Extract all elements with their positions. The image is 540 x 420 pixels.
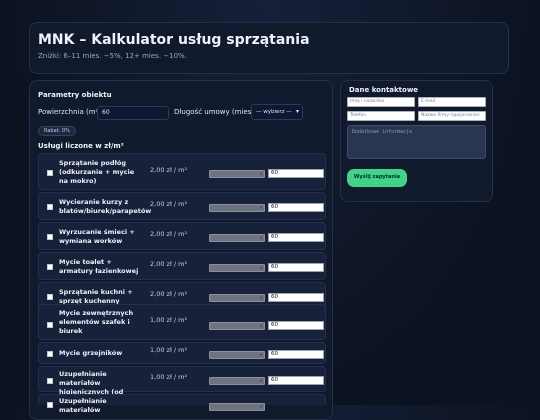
duration-label: Długość umowy (mies.): [174, 108, 257, 116]
discount-info: Zniżki: 6–11 mies. −5%, 12+ mies. −10%.: [38, 52, 187, 60]
service-price: 2,00 zł / m²: [150, 166, 188, 174]
service-frequency-select[interactable]: [209, 377, 265, 385]
service-checkbox[interactable]: [47, 294, 53, 300]
service-qty-input[interactable]: 60: [268, 376, 324, 385]
service-row: Uzupełnianie materiałów higienicznych (o…: [38, 366, 326, 405]
notes-textarea[interactable]: Dodatkowe informacje: [347, 125, 486, 159]
service-frequency-select[interactable]: [209, 351, 265, 359]
service-name: Uzupełnianie materiałów: [59, 397, 107, 414]
service-row: Wycieranie kurzy z blatów/biurek/parapet…: [38, 192, 326, 220]
service-row: Mycie grzejników 1,00 zł / m² 60: [38, 342, 326, 364]
service-frequency-select[interactable]: [209, 264, 265, 272]
area-input[interactable]: 60: [97, 106, 169, 120]
params-heading: Parametry obiektu: [38, 91, 112, 99]
service-price: 1,00 zł / m²: [150, 373, 188, 381]
service-name: Wyrzucanie śmieci + wymiana worków: [59, 228, 135, 245]
service-row: Uzupełnianie materiałów: [38, 394, 326, 414]
duration-selected: — wybierz —: [256, 109, 292, 115]
service-checkbox[interactable]: [47, 170, 53, 176]
page-title: MNK – Kalkulator usług sprzątania: [38, 32, 310, 48]
service-checkbox[interactable]: [47, 264, 53, 270]
service-frequency-select[interactable]: [209, 322, 265, 330]
service-qty-input[interactable]: 60: [268, 169, 324, 178]
service-row: Sprzątanie podłóg (odkurzanie + mycie na…: [38, 153, 326, 190]
service-checkbox[interactable]: [47, 351, 53, 357]
discount-badge: Rabat: 0%: [38, 126, 76, 136]
contact-heading: Dane kontaktowe: [349, 86, 419, 94]
service-name: Sprzątanie podłóg (odkurzanie + mycie na…: [59, 159, 135, 185]
service-qty-input[interactable]: 60: [268, 293, 324, 302]
service-price: 1,00 zł / m²: [150, 346, 188, 354]
service-qty-input[interactable]: 60: [268, 350, 324, 359]
service-frequency-select[interactable]: [209, 294, 265, 302]
service-qty-input[interactable]: 60: [268, 233, 324, 242]
service-name: Mycie grzejników: [59, 349, 123, 357]
duration-select[interactable]: — wybierz — ▾: [251, 104, 303, 120]
service-frequency-select[interactable]: [209, 170, 265, 178]
service-checkbox[interactable]: [47, 234, 53, 240]
service-row: Wyrzucanie śmieci + wymiana worków 2,00 …: [38, 222, 326, 250]
service-price: 2,00 zł / m²: [150, 230, 188, 238]
service-frequency-select[interactable]: [209, 234, 265, 242]
chevron-down-icon: ▾: [295, 108, 299, 115]
service-name: Mycie toalet + armatury łazienkowej: [59, 258, 139, 275]
name-field[interactable]: Imię i nazwisko: [347, 97, 415, 107]
service-checkbox[interactable]: [47, 322, 53, 328]
area-label: Powierzchnia (m²): [38, 108, 102, 116]
header-card: MNK – Kalkulator usług sprzątania Zniżki…: [29, 22, 509, 74]
email-field[interactable]: E-mail: [418, 97, 486, 107]
services-heading: Usługi liczone w zł/m²: [38, 142, 124, 150]
service-qty-input[interactable]: 60: [268, 203, 324, 212]
service-row: Mycie toalet + armatury łazienkowej 2,00…: [38, 252, 326, 280]
service-checkbox[interactable]: [47, 204, 53, 210]
service-qty-input[interactable]: 60: [268, 321, 324, 330]
submit-button[interactable]: Wyślij zapytanie: [347, 169, 407, 187]
service-checkbox[interactable]: [47, 378, 53, 384]
service-name: Mycie zewnętrznych elementów szafek i bi…: [59, 309, 134, 335]
service-row: Mycie zewnętrznych elementów szafek i bi…: [38, 304, 326, 340]
service-price: 1,00 zł / m²: [150, 316, 188, 324]
service-checkbox[interactable]: [47, 402, 53, 408]
service-price: 2,00 zł / m²: [150, 200, 188, 208]
service-frequency-select[interactable]: [209, 403, 265, 411]
company-field[interactable]: Nazwa firmy (opcjonalnie): [418, 111, 486, 121]
service-qty-input[interactable]: 60: [268, 263, 324, 272]
service-frequency-select[interactable]: [209, 204, 265, 212]
service-name: Wycieranie kurzy z blatów/biurek/parapet…: [59, 198, 152, 215]
phone-field[interactable]: Telefon: [347, 111, 415, 121]
service-price: 2,00 zł / m²: [150, 260, 188, 268]
service-price: 2,00 zł / m²: [150, 290, 188, 298]
